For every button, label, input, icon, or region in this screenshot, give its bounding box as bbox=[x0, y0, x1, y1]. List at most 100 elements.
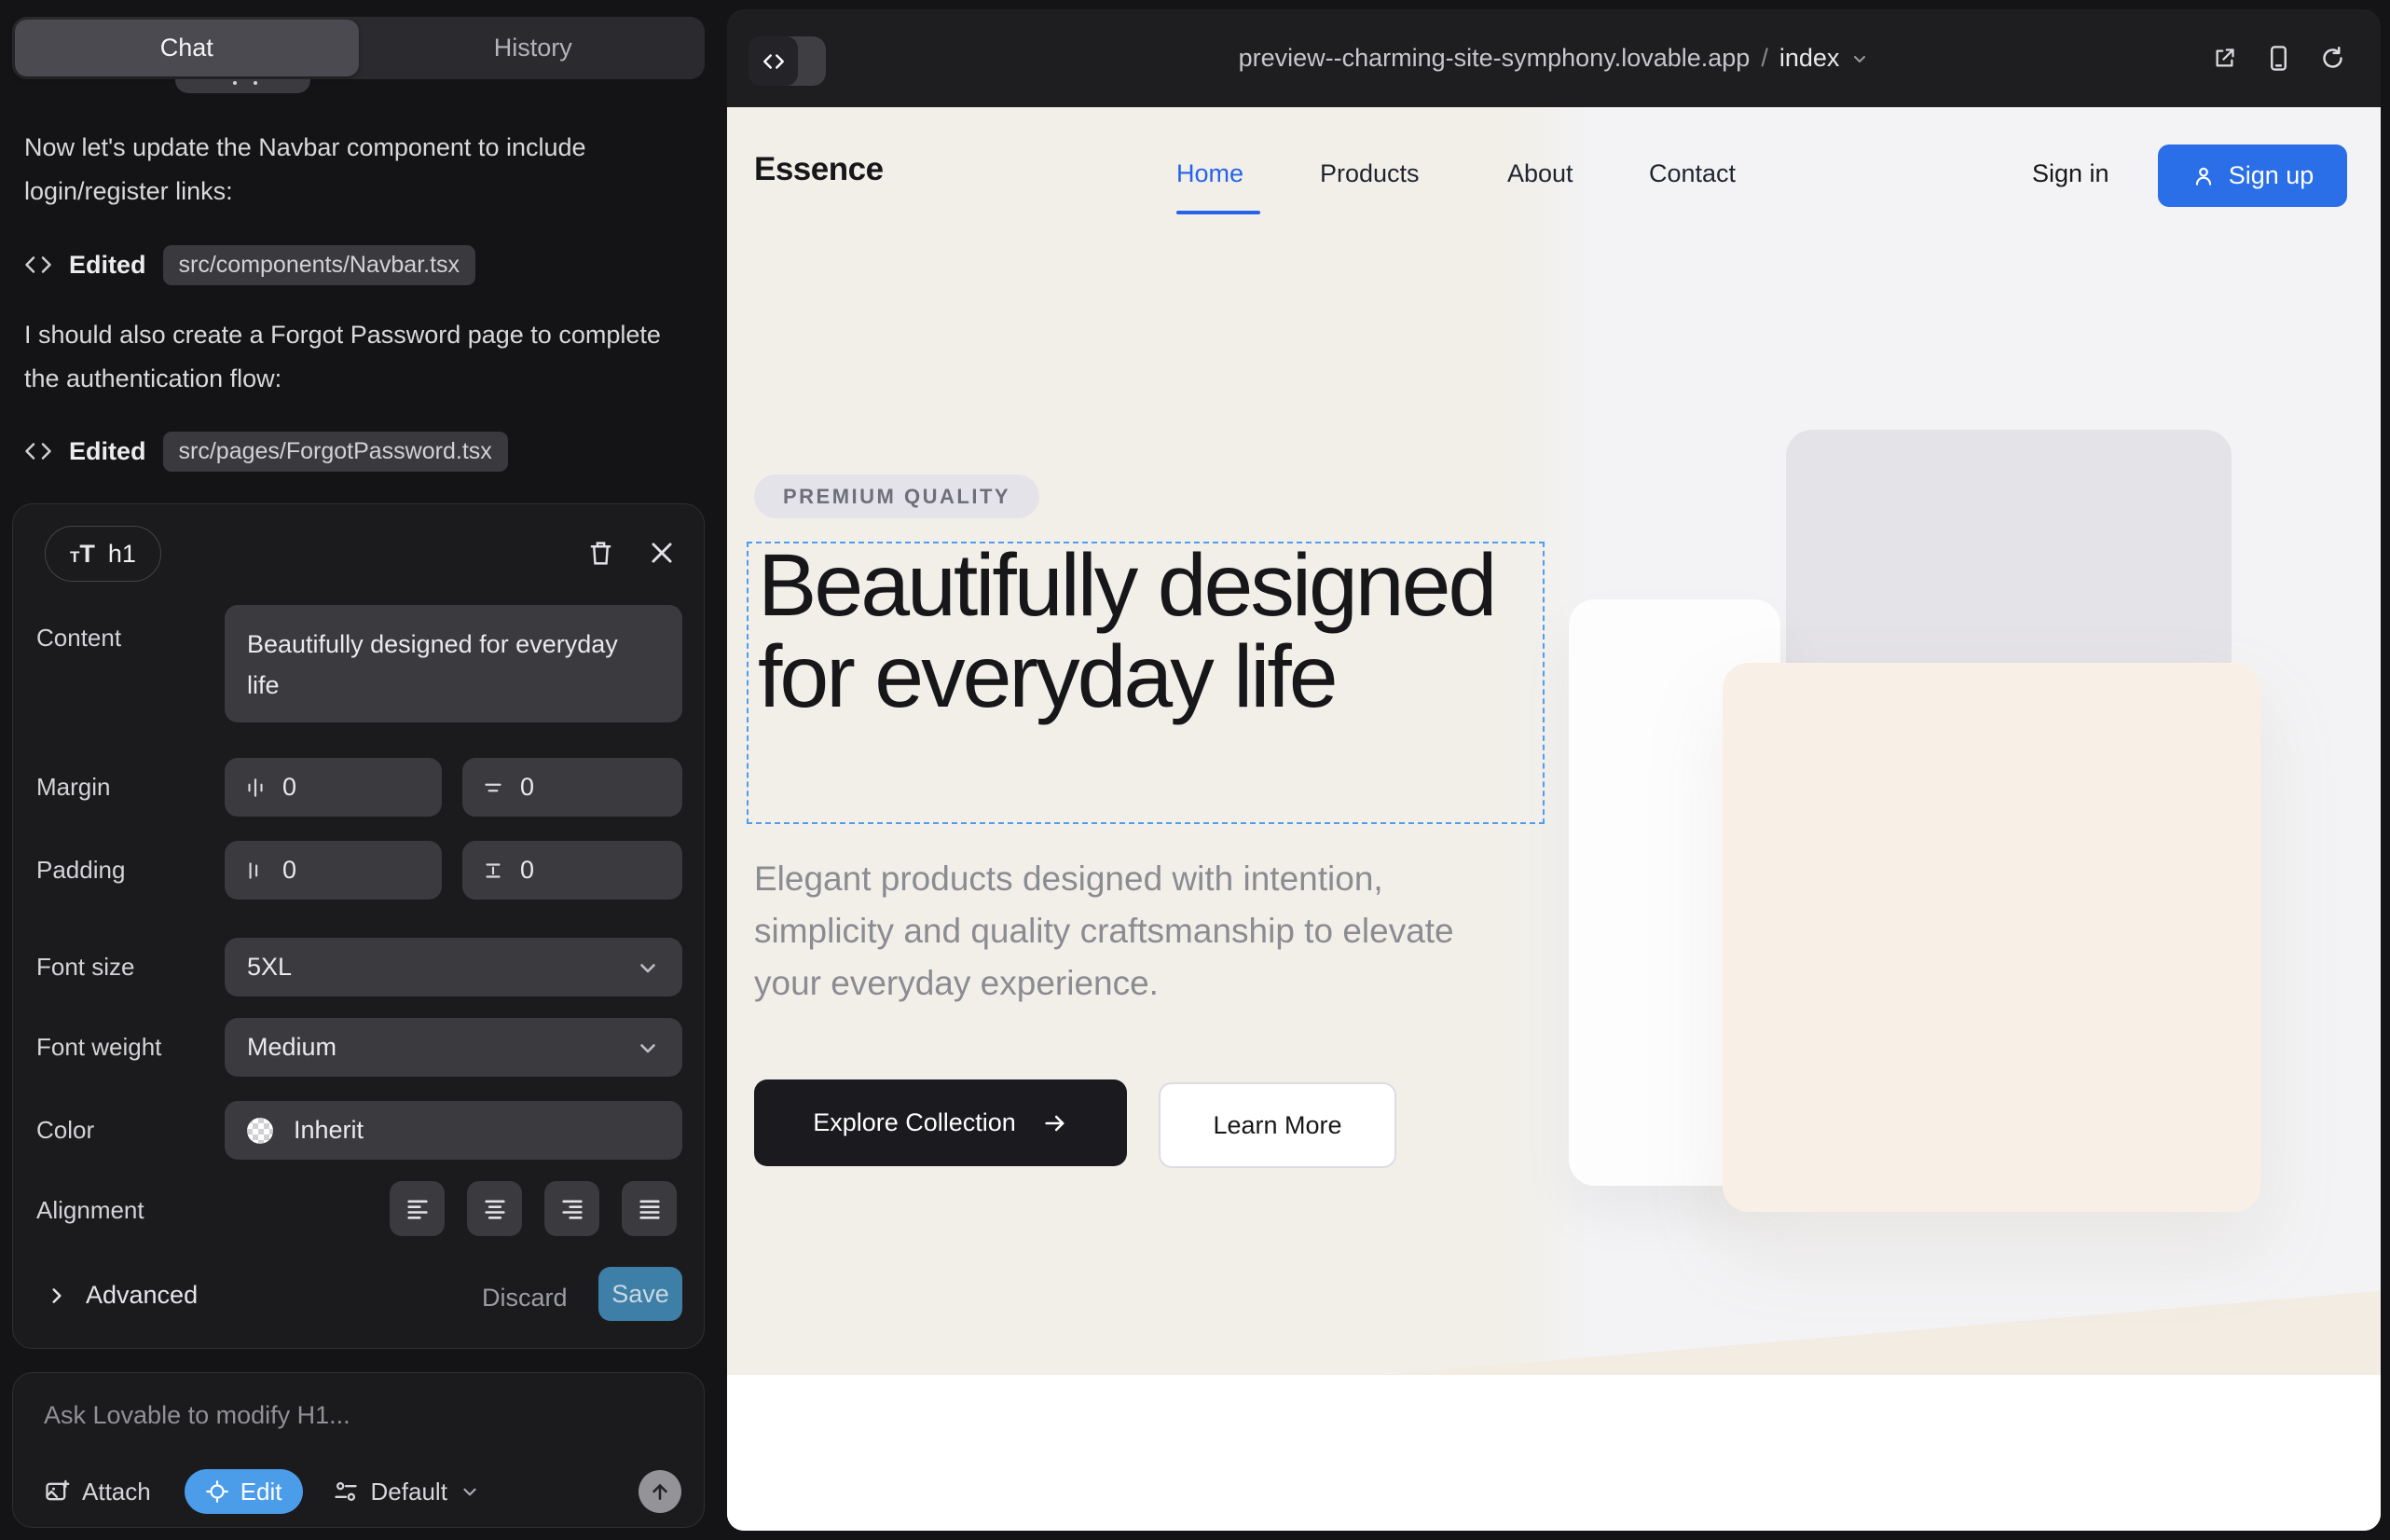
mobile-view-icon[interactable] bbox=[2267, 45, 2290, 72]
content-textarea[interactable]: Beautifully designed for everyday life bbox=[225, 605, 682, 722]
hero-subtext: Elegant products designed with intention… bbox=[754, 853, 1477, 1010]
padding-y-value: 0 bbox=[520, 856, 534, 885]
sliders-icon bbox=[333, 1478, 359, 1505]
edit-mode-button[interactable]: Edit bbox=[185, 1469, 303, 1514]
edited-file-row[interactable]: Edited src/pages/ForgotPassword.tsx bbox=[24, 431, 508, 472]
preview-page: Essence Home Products About Contact Sign… bbox=[727, 107, 2381, 1531]
open-external-icon[interactable] bbox=[2212, 46, 2237, 71]
preview-topbar: preview--charming-site-symphony.lovable.… bbox=[727, 9, 2381, 107]
learn-more-button[interactable]: Learn More bbox=[1159, 1082, 1396, 1168]
explore-label: Explore Collection bbox=[813, 1108, 1016, 1137]
arrow-right-icon bbox=[1042, 1110, 1068, 1136]
next-section bbox=[727, 1375, 2381, 1531]
attach-image-icon bbox=[44, 1478, 70, 1505]
save-button[interactable]: Save bbox=[598, 1267, 682, 1321]
code-icon bbox=[24, 253, 52, 277]
chat-message: I should also create a Forgot Password p… bbox=[24, 313, 681, 401]
url-separator: / bbox=[1761, 44, 1768, 73]
site-logo[interactable]: Essence bbox=[754, 151, 884, 188]
preview-window: preview--charming-site-symphony.lovable.… bbox=[727, 9, 2381, 1531]
send-button[interactable] bbox=[639, 1470, 681, 1513]
element-editor-panel: TT h1 Content Beautifully designed for e… bbox=[12, 503, 705, 1349]
file-badge[interactable]: src/pages/ForgotPassword.tsx bbox=[163, 432, 508, 472]
font-size-select[interactable]: 5XL bbox=[225, 938, 682, 997]
url-page: index bbox=[1779, 44, 1840, 73]
nav-contact[interactable]: Contact bbox=[1649, 159, 1736, 188]
padding-label: Padding bbox=[36, 856, 125, 885]
refresh-icon[interactable] bbox=[2320, 46, 2345, 71]
close-icon[interactable] bbox=[648, 538, 676, 568]
user-icon bbox=[2191, 164, 2216, 188]
sidebar: Chat History Now let's update the Navbar… bbox=[0, 0, 727, 1540]
explore-collection-button[interactable]: Explore Collection bbox=[754, 1079, 1127, 1166]
font-weight-value: Medium bbox=[247, 1033, 337, 1062]
composer-toolbar: Attach Edit Default bbox=[44, 1469, 681, 1514]
font-weight-select[interactable]: Medium bbox=[225, 1018, 682, 1077]
url-domain: preview--charming-site-symphony.lovable.… bbox=[1239, 44, 1751, 73]
hero-headline[interactable]: Beautifully designed for everyday life bbox=[758, 540, 1504, 722]
color-swatch bbox=[247, 1118, 273, 1144]
padding-y-input[interactable]: 0 bbox=[462, 841, 682, 900]
file-badge[interactable]: src/components/Navbar.tsx bbox=[163, 245, 476, 285]
chat-composer: Ask Lovable to modify H1... Attach Edit … bbox=[12, 1372, 705, 1528]
edited-label: Edited bbox=[69, 437, 146, 466]
align-left-button[interactable] bbox=[390, 1181, 445, 1236]
mode-select[interactable]: Default bbox=[333, 1478, 480, 1506]
arrow-up-icon bbox=[648, 1479, 672, 1504]
code-icon bbox=[24, 439, 52, 463]
delete-element-button[interactable] bbox=[586, 538, 614, 568]
edited-file-row[interactable]: Edited src/components/Navbar.tsx bbox=[24, 244, 475, 285]
align-center-icon bbox=[482, 1196, 508, 1222]
padding-x-value: 0 bbox=[282, 856, 296, 885]
align-center-button[interactable] bbox=[467, 1181, 522, 1236]
chevron-down-icon bbox=[636, 1036, 660, 1060]
font-weight-label: Font weight bbox=[36, 1033, 161, 1062]
align-right-icon bbox=[559, 1196, 585, 1222]
font-size-label: Font size bbox=[36, 953, 135, 982]
tab-history[interactable]: History bbox=[362, 17, 706, 79]
composer-input[interactable]: Ask Lovable to modify H1... bbox=[44, 1401, 350, 1430]
attach-label: Attach bbox=[82, 1478, 151, 1506]
edit-label: Edit bbox=[240, 1478, 282, 1506]
element-tag-name: h1 bbox=[108, 540, 136, 569]
chevron-down-icon bbox=[636, 956, 660, 980]
quality-badge: PREMIUM QUALITY bbox=[754, 474, 1039, 518]
advanced-label: Advanced bbox=[86, 1281, 198, 1310]
active-nav-underline bbox=[1176, 211, 1260, 214]
sign-up-label: Sign up bbox=[2229, 161, 2314, 190]
discard-button[interactable]: Discard bbox=[482, 1284, 568, 1313]
nav-home[interactable]: Home bbox=[1176, 159, 1243, 188]
target-icon bbox=[205, 1479, 229, 1504]
chevron-right-icon bbox=[47, 1286, 67, 1306]
nav-products[interactable]: Products bbox=[1320, 159, 1420, 188]
align-right-button[interactable] bbox=[544, 1181, 599, 1236]
margin-y-value: 0 bbox=[520, 773, 534, 802]
advanced-toggle[interactable]: Advanced bbox=[47, 1281, 198, 1310]
selected-element-tag[interactable]: TT h1 bbox=[45, 526, 161, 582]
nav-about[interactable]: About bbox=[1507, 159, 1573, 188]
chat-message: Now let's update the Navbar component to… bbox=[24, 126, 681, 213]
margin-x-input[interactable]: 0 bbox=[225, 758, 442, 817]
chevron-down-icon bbox=[1850, 49, 1869, 68]
tab-chat[interactable]: Chat bbox=[15, 20, 359, 76]
attach-button[interactable]: Attach bbox=[44, 1478, 151, 1506]
h1-selection-outline[interactable]: Beautifully designed for everyday life bbox=[747, 542, 1545, 824]
color-value: Inherit bbox=[294, 1116, 364, 1145]
margin-label: Margin bbox=[36, 773, 110, 802]
margin-y-input[interactable]: 0 bbox=[462, 758, 682, 817]
margin-horizontal-icon bbox=[243, 776, 268, 800]
align-justify-icon bbox=[637, 1196, 663, 1222]
url-bar[interactable]: preview--charming-site-symphony.lovable.… bbox=[727, 9, 2381, 107]
padding-horizontal-icon bbox=[243, 859, 268, 883]
content-label: Content bbox=[36, 624, 121, 653]
color-label: Color bbox=[36, 1116, 94, 1145]
align-justify-button[interactable] bbox=[622, 1181, 677, 1236]
font-size-value: 5XL bbox=[247, 953, 292, 982]
clipped-chat-pill bbox=[175, 79, 310, 93]
chevron-down-icon bbox=[460, 1481, 480, 1502]
color-select[interactable]: Inherit bbox=[225, 1101, 682, 1160]
sign-in-link[interactable]: Sign in bbox=[2032, 159, 2109, 188]
padding-x-input[interactable]: 0 bbox=[225, 841, 442, 900]
sign-up-button[interactable]: Sign up bbox=[2158, 144, 2347, 207]
margin-vertical-icon bbox=[481, 776, 505, 800]
